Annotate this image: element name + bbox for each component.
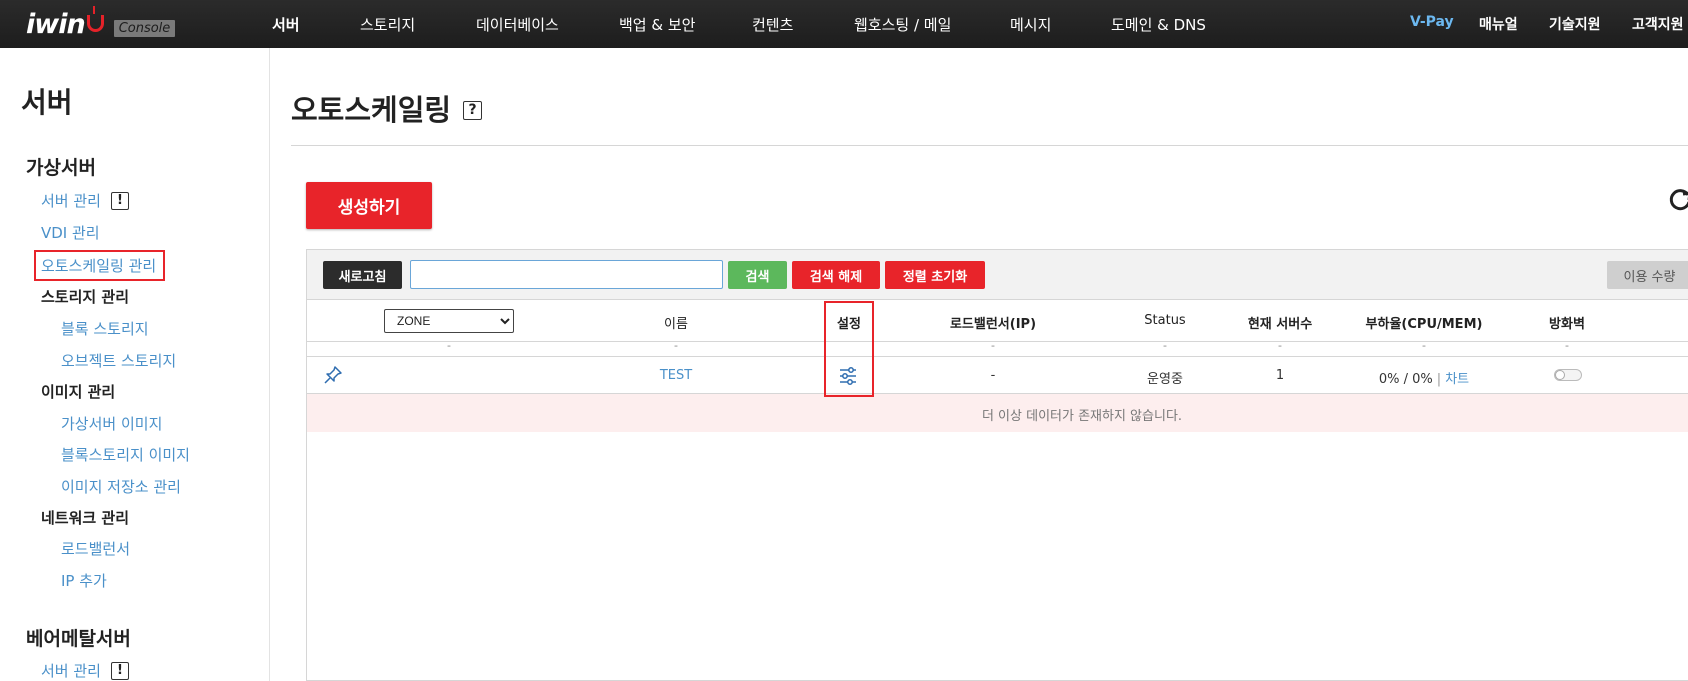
pin-icon[interactable] — [323, 365, 343, 385]
sidebar-item-autoscaling-manage[interactable]: 오토스케일링 관리 — [41, 255, 156, 276]
sidebar-group-virtual-server: 가상서버 — [26, 157, 96, 179]
filter-zone[interactable]: - — [447, 339, 451, 352]
nav-contents[interactable]: 컨텐츠 — [752, 14, 793, 35]
list-toolbar: 새로고침 검색 검색 해제 정렬 초기화 이용 수량 — [307, 250, 1688, 300]
empty-message: 더 이상 데이터가 존재하지 않습니다. — [981, 409, 1183, 424]
sidebar-sub-image[interactable]: 이미지 관리 — [41, 381, 115, 402]
highlight-box — [824, 301, 874, 397]
sidebar-item-ip-add[interactable]: IP 추가 — [61, 570, 107, 591]
filter-firewall[interactable]: - — [1565, 339, 1569, 352]
page-title: 오토스케일링 ? — [291, 87, 483, 129]
filter-load-rate[interactable]: - — [1422, 339, 1426, 352]
autoscaling-list-panel: 새로고침 검색 검색 해제 정렬 초기화 이용 수량 ZONE 이름 설정 로드… — [306, 249, 1688, 681]
col-load-rate[interactable]: 부하율(CPU/MEM) — [1366, 313, 1483, 332]
sidebar-item-vdi-manage[interactable]: VDI 관리 — [41, 222, 100, 243]
col-firewall: 방화벽 — [1549, 317, 1585, 332]
iwin-logo[interactable]: iwin Console — [26, 5, 176, 42]
filter-name[interactable]: - — [674, 339, 678, 352]
sidebar-sub-network[interactable]: 네트워크 관리 — [41, 507, 129, 528]
sidebar-item-server-manage[interactable]: 서버 관리 ! — [41, 190, 129, 211]
row-separator: | — [1436, 372, 1442, 387]
sidebar-group-baremetal: 베어메탈서버 — [26, 628, 131, 650]
util-vpay[interactable]: V-Pay — [1410, 14, 1454, 30]
row-load-balancer: - — [990, 368, 996, 383]
row-load-rate-cell: 0% / 0% | 차트 — [1379, 368, 1469, 387]
nav-server[interactable]: 서버 — [272, 14, 300, 35]
util-customer-support[interactable]: 고객지원 — [1632, 14, 1684, 34]
logo-mark-icon — [86, 5, 104, 32]
sidebar-item-load-balancer[interactable]: 로드밸런서 — [61, 538, 130, 559]
usage-button[interactable]: 이용 수량 — [1607, 261, 1688, 289]
filter-server-count[interactable]: - — [1278, 339, 1282, 352]
col-name[interactable]: 이름 — [664, 313, 688, 332]
util-manual[interactable]: 매뉴얼 — [1479, 14, 1518, 34]
col-server-count[interactable]: 현재 서버수 — [1248, 313, 1312, 332]
sidebar-item-label: 서버 관리 — [41, 662, 101, 680]
sidebar-item-block-storage-image[interactable]: 블록스토리지 이미지 — [61, 444, 190, 465]
row-status: 운영중 — [1147, 372, 1183, 387]
sidebar-item-object-storage[interactable]: 오브젝트 스토리지 — [61, 350, 176, 371]
sidebar-item-label: 서버 관리 — [41, 192, 101, 210]
row-server-count: 1 — [1275, 368, 1285, 383]
sidebar-item-image-repo[interactable]: 이미지 저장소 관리 — [61, 476, 181, 497]
sidebar-item-bm-server-manage[interactable]: 서버 관리 ! — [41, 660, 129, 681]
col-load-balancer[interactable]: 로드밸런서(IP) — [950, 313, 1036, 332]
zone-select[interactable]: ZONE — [384, 309, 514, 333]
filter-row: - - - - - - - — [307, 339, 1688, 357]
sidebar: 서버 가상서버 서버 관리 ! VDI 관리 오토스케일링 관리 스토리지 관리… — [0, 48, 270, 681]
row-load-rate: 0% / 0% — [1378, 372, 1433, 387]
sidebar-sub-storage[interactable]: 스토리지 관리 — [41, 286, 129, 307]
console-badge: Console — [113, 19, 176, 37]
nav-message[interactable]: 메시지 — [1010, 14, 1051, 35]
refresh-icon[interactable] — [1667, 187, 1688, 213]
search-input[interactable] — [410, 260, 723, 289]
sidebar-item-block-storage[interactable]: 블록 스토리지 — [61, 318, 149, 339]
notice-icon: ! — [110, 191, 129, 210]
util-tech-support[interactable]: 기술지원 — [1549, 14, 1601, 34]
nav-webhosting-mail[interactable]: 웹호스팅 / 메일 — [854, 14, 951, 35]
title-divider — [291, 145, 1688, 146]
refresh-button[interactable]: 새로고침 — [323, 261, 402, 289]
col-status[interactable]: Status — [1144, 313, 1185, 328]
nav-database[interactable]: 데이터베이스 — [476, 14, 559, 35]
help-icon[interactable]: ? — [463, 100, 483, 120]
row-chart-link[interactable]: 차트 — [1445, 372, 1469, 387]
filter-load-balancer[interactable]: - — [991, 339, 995, 352]
search-button[interactable]: 검색 — [728, 261, 787, 289]
filter-status[interactable]: - — [1163, 339, 1167, 352]
sidebar-title: 서버 — [21, 86, 73, 119]
empty-message-row: 더 이상 데이터가 존재하지 않습니다. — [307, 394, 1688, 432]
search-clear-button[interactable]: 검색 해제 — [792, 261, 880, 289]
nav-storage[interactable]: 스토리지 — [360, 14, 415, 35]
sort-reset-button[interactable]: 정렬 초기화 — [885, 261, 985, 289]
page-title-text: 오토스케일링 — [291, 93, 452, 127]
sidebar-item-vm-image[interactable]: 가상서버 이미지 — [61, 413, 162, 434]
firewall-toggle[interactable] — [1554, 369, 1582, 381]
nav-backup-security[interactable]: 백업 & 보안 — [619, 14, 695, 35]
table-header: ZONE 이름 설정 로드밸런서(IP) Status 현재 서버수 부하율(C… — [307, 300, 1688, 342]
create-button[interactable]: 생성하기 — [306, 182, 432, 229]
logo-text: iwin — [26, 8, 86, 40]
nav-domain-dns[interactable]: 도메인 & DNS — [1111, 14, 1206, 35]
table-row: TEST - 운영중 1 0% / 0% | 차트 — [307, 357, 1688, 394]
row-name-link[interactable]: TEST — [660, 368, 692, 383]
notice-icon: ! — [110, 661, 129, 680]
top-navigation-bar: iwin Console 서버 스토리지 데이터베이스 백업 & 보안 컨텐츠 … — [0, 0, 1688, 48]
